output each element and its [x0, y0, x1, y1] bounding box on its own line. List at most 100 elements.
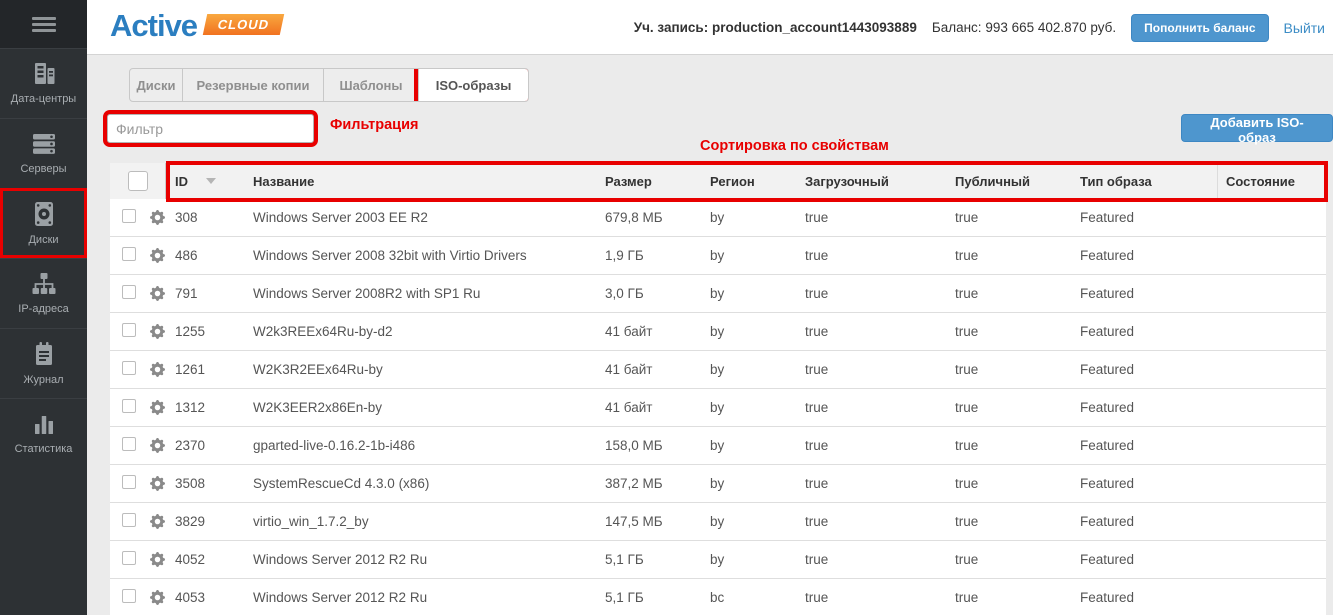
cell-size: 1,9 ГБ: [597, 248, 702, 263]
column-header-size[interactable]: Размер: [597, 163, 702, 199]
logout-link[interactable]: Выйти: [1284, 20, 1325, 36]
column-header-bootable[interactable]: Загрузочный: [797, 163, 947, 199]
tab-iso-images[interactable]: ISO-образы: [418, 69, 528, 101]
account-value: production_account1443093889: [712, 20, 917, 35]
select-all-cell: [110, 163, 166, 199]
cell-name: W2K3R2EEx64Ru-by: [250, 362, 597, 377]
table-body: 308 Windows Server 2003 EE R2 679,8 МБ b…: [110, 199, 1326, 615]
cell-id: 3508: [166, 476, 250, 491]
gear-icon: [150, 514, 165, 529]
sidebar-item-ip-addresses[interactable]: IP-адреса: [0, 258, 87, 328]
column-label: ID: [175, 174, 188, 189]
account-label: Уч. запись:: [634, 20, 709, 35]
column-header-name[interactable]: Название: [250, 163, 597, 199]
cell-id: 791: [166, 286, 250, 301]
cell-public: true: [947, 476, 1072, 491]
cell-region: by: [702, 438, 797, 453]
cell-type: Featured: [1072, 514, 1217, 529]
row-checkbox[interactable]: [122, 475, 136, 489]
row-actions[interactable]: [148, 324, 166, 339]
cell-id: 1261: [166, 362, 250, 377]
column-header-type[interactable]: Тип образа: [1072, 163, 1217, 199]
menu-toggle-button[interactable]: [0, 0, 87, 48]
cell-size: 41 байт: [597, 324, 702, 339]
gear-icon: [150, 248, 165, 263]
cell-bootable: true: [797, 286, 947, 301]
row-checkbox[interactable]: [122, 399, 136, 413]
cell-name: Windows Server 2012 R2 Ru: [250, 552, 597, 567]
sidebar-item-statistics[interactable]: Статистика: [0, 398, 87, 468]
gear-icon: [150, 286, 165, 301]
row-checkbox[interactable]: [122, 437, 136, 451]
row-checkbox[interactable]: [122, 323, 136, 337]
table-row: 791 Windows Server 2008R2 with SP1 Ru 3,…: [110, 275, 1326, 313]
gear-icon: [150, 400, 165, 415]
row-checkbox-cell: [110, 437, 148, 454]
cell-id: 308: [166, 210, 250, 225]
row-checkbox-cell: [110, 323, 148, 340]
cell-public: true: [947, 286, 1072, 301]
tab-backups[interactable]: Резервные копии: [182, 69, 323, 101]
row-checkbox[interactable]: [122, 551, 136, 565]
column-header-region[interactable]: Регион: [702, 163, 797, 199]
cell-type: Featured: [1072, 552, 1217, 567]
cell-public: true: [947, 400, 1072, 415]
row-checkbox[interactable]: [122, 361, 136, 375]
cell-type: Featured: [1072, 248, 1217, 263]
cell-size: 41 байт: [597, 400, 702, 415]
cell-bootable: true: [797, 438, 947, 453]
gear-icon: [150, 324, 165, 339]
table-header-row: ID Название Размер Регион Загрузочный Пу…: [110, 163, 1326, 199]
row-actions[interactable]: [148, 438, 166, 453]
cell-id: 1312: [166, 400, 250, 415]
ip-addresses-icon: [31, 272, 57, 296]
cell-public: true: [947, 362, 1072, 377]
column-header-state[interactable]: Состояние: [1217, 163, 1326, 199]
cell-id: 2370: [166, 438, 250, 453]
sidebar-item-datacenters[interactable]: Дата-центры: [0, 48, 87, 118]
cell-region: by: [702, 476, 797, 491]
column-header-public[interactable]: Публичный: [947, 163, 1072, 199]
sidebar-item-servers[interactable]: Серверы: [0, 118, 87, 188]
cell-region: by: [702, 400, 797, 415]
select-all-checkbox[interactable]: [128, 171, 148, 191]
cell-region: by: [702, 362, 797, 377]
header-account-area: Уч. запись: production_account1443093889…: [634, 0, 1325, 55]
row-actions[interactable]: [148, 590, 166, 605]
row-actions[interactable]: [148, 286, 166, 301]
topup-balance-button[interactable]: Пополнить баланс: [1131, 14, 1268, 42]
row-checkbox[interactable]: [122, 209, 136, 223]
tab-disks[interactable]: Диски: [130, 69, 182, 101]
row-checkbox[interactable]: [122, 589, 136, 603]
add-iso-image-button[interactable]: Добавить ISO-образ: [1181, 114, 1333, 142]
gear-icon: [150, 476, 165, 491]
tab-templates[interactable]: Шаблоны: [323, 69, 418, 101]
row-actions[interactable]: [148, 552, 166, 567]
column-header-id[interactable]: ID: [166, 163, 250, 199]
row-actions[interactable]: [148, 476, 166, 491]
row-actions[interactable]: [148, 514, 166, 529]
cell-size: 41 байт: [597, 362, 702, 377]
activecloud-logo[interactable]: Active CLOUD: [110, 9, 282, 43]
sidebar-item-disks[interactable]: Диски: [0, 188, 87, 258]
row-actions[interactable]: [148, 210, 166, 225]
cell-region: by: [702, 286, 797, 301]
row-checkbox[interactable]: [122, 247, 136, 261]
cell-bootable: true: [797, 248, 947, 263]
cell-size: 5,1 ГБ: [597, 590, 702, 605]
sidebar-item-journal[interactable]: Журнал: [0, 328, 87, 398]
datacenters-icon: [31, 62, 57, 86]
cell-size: 679,8 МБ: [597, 210, 702, 225]
cell-type: Featured: [1072, 590, 1217, 605]
cell-region: by: [702, 248, 797, 263]
servers-icon: [31, 132, 57, 156]
filter-input[interactable]: [107, 114, 314, 143]
table-row: 1261 W2K3R2EEx64Ru-by 41 байт by true tr…: [110, 351, 1326, 389]
row-actions[interactable]: [148, 362, 166, 377]
row-checkbox[interactable]: [122, 285, 136, 299]
row-actions[interactable]: [148, 400, 166, 415]
row-actions[interactable]: [148, 248, 166, 263]
row-checkbox[interactable]: [122, 513, 136, 527]
journal-icon: [32, 341, 56, 367]
cell-bootable: true: [797, 514, 947, 529]
